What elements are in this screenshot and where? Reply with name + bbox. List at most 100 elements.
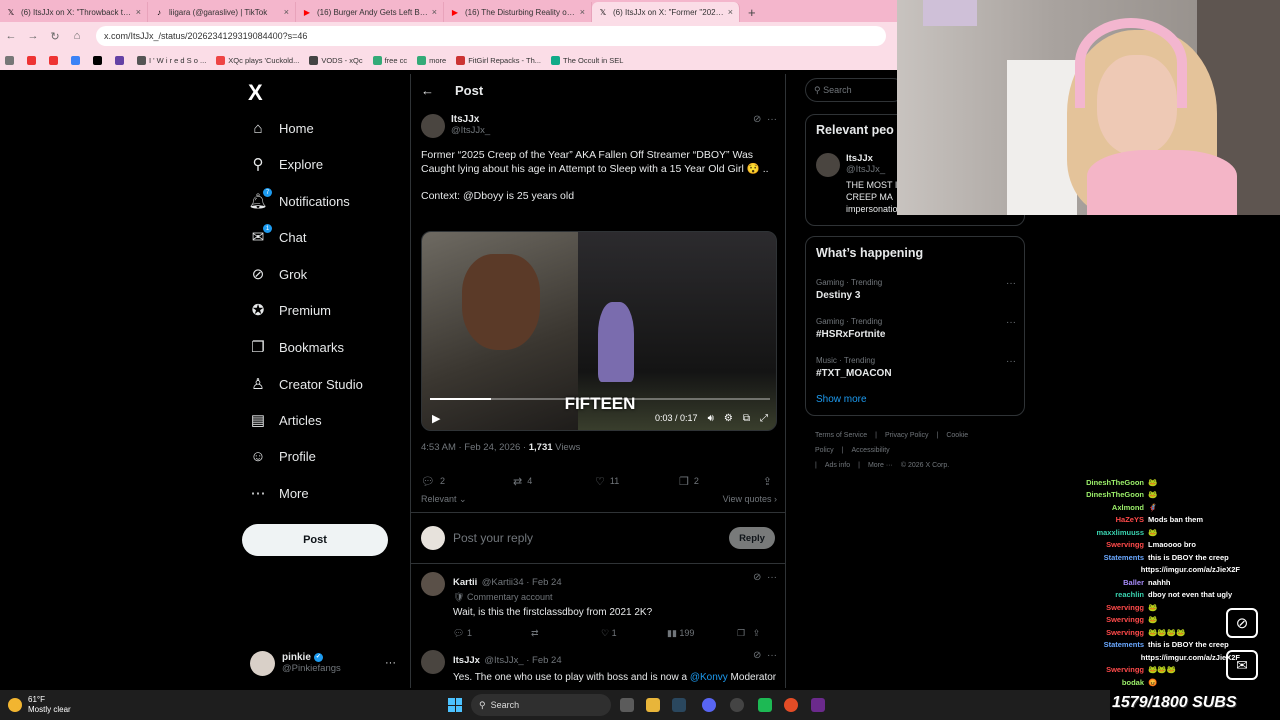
reply-author-name[interactable]: ItsJJx [453,655,480,666]
more-icon[interactable]: ··· [1006,317,1016,328]
reply-views-action[interactable]: ▮▮ 199 [667,628,737,639]
more-icon[interactable]: ··· [767,572,777,583]
bookmark-item[interactable]: more [417,55,446,65]
share-action[interactable]: ⇪ [763,475,777,488]
discord-icon[interactable] [702,698,716,712]
account-switcher[interactable]: pinkie ✓ @Pinkiefangs ··· [250,648,410,678]
sidebar-item-bookmarks[interactable]: ❐ Bookmarks [248,335,344,359]
more-icon[interactable]: ··· [767,114,777,125]
bookmark-icon[interactable] [71,55,83,65]
sidebar-item-home[interactable]: ⌂ Home [248,116,313,140]
sidebar-item-profile[interactable]: ☺ Profile [248,444,316,468]
app-icon[interactable] [758,698,772,712]
browser-tab[interactable]: ▶ (16) The Disturbing Reality of Th × [444,2,592,22]
close-icon[interactable]: × [728,7,733,17]
settings-icon[interactable] [730,698,744,712]
avatar[interactable] [421,650,445,674]
reply-bookmark-icon[interactable]: ❐ [737,628,745,639]
repost-action[interactable]: ⇄ 4 [509,475,595,488]
sidebar-item-premium[interactable]: ✪ Premium [248,298,331,322]
url-field[interactable]: x.com/ItsJJx_/status/2026234129319084400… [96,26,886,46]
footer-link[interactable]: Ads info [825,462,850,469]
sidebar-item-notifications[interactable]: 🔔︎ 7 Notifications [248,188,350,213]
footer-link[interactable]: Accessibility [852,447,890,454]
bookmark-icon[interactable] [5,55,17,65]
bookmark-icon[interactable] [27,55,39,65]
fullscreen-icon[interactable]: ⤢ [760,413,768,424]
mention-link[interactable]: @Konvy [690,672,728,683]
relevant-sort[interactable]: Relevant ⌄ [421,494,467,505]
reply-button[interactable]: Reply [729,527,775,549]
pip-icon[interactable]: ⧉ [743,413,750,424]
bookmark-icon[interactable] [49,55,61,65]
relevant-person[interactable]: ItsJJx @ItsJJx_ THE MOST I | CREEP MA im… [816,153,906,215]
reply-item[interactable]: ItsJJx @ItsJJx_ · Feb 24 Yes. The one wh… [421,650,777,688]
close-icon[interactable]: × [432,7,437,17]
browser-tab[interactable]: 𝕏 (6) ItsJJx on X: "Former "2025 C × [592,2,740,22]
reply-repost-action[interactable]: ⇄ [531,628,601,639]
author-name[interactable]: ItsJJx [451,114,490,125]
back-icon[interactable]: ← [0,30,22,42]
task-view-icon[interactable] [620,698,634,712]
bookmark-icon[interactable] [93,55,105,65]
reply-action[interactable]: 💬︎ 2 [421,475,509,488]
browser-tab[interactable]: 𝕏 (6) ItsJJx on X: "Throwback to w × [0,2,148,22]
browser-tab[interactable]: ♪ liigara (@garaslive) | TikTok × [148,2,296,22]
footer-link[interactable]: © 2026 X Corp. [901,462,949,469]
footer-link[interactable]: Terms of Service [815,432,867,439]
bookmark-item[interactable]: FitGirl Repacks - Th... [456,55,541,65]
taskbar-search[interactable]: ⚲ Search [471,694,611,716]
show-more-link[interactable]: Show more [816,394,867,405]
back-arrow-icon[interactable]: ← [421,83,441,98]
video-player[interactable]: FIFTEEN ▶ 0:03 / 0:17 🔊︎ ⚙ ⧉ ⤢ [421,231,777,431]
avatar[interactable] [816,153,840,177]
sidebar-item-chat[interactable]: ✉ 1 Chat [248,224,306,249]
weather-widget[interactable]: 61°F Mostly clear [8,695,71,715]
x-logo-icon[interactable]: X [248,80,263,106]
file-explorer-icon[interactable] [646,698,660,712]
bookmark-item[interactable]: I ' W i r e d S o ... [137,55,206,65]
new-tab-icon[interactable]: + [740,2,764,22]
footer-link[interactable]: More ··· [868,462,893,469]
post-button[interactable]: Post [242,524,388,556]
sidebar-item-more[interactable]: ⋯ More [248,481,309,505]
avatar[interactable] [421,572,445,596]
tweet-time[interactable]: 4:53 AM · Feb 24, 2026 · [421,442,529,453]
trend-item[interactable]: Gaming · Trending #HSRxFortnite ··· [816,317,1016,340]
reply-item[interactable]: Kartii @Kartii34 · Feb 24 🛡︎ Commentary … [421,572,777,639]
close-icon[interactable]: × [284,7,289,17]
bookmark-item[interactable]: The Occult in SEL [551,55,623,65]
forward-icon[interactable]: → [22,30,44,42]
avatar[interactable] [421,114,445,138]
reply-input[interactable]: Post your reply [453,531,533,545]
chrome-icon[interactable] [784,698,798,712]
bookmark-action[interactable]: ❐ 2 [679,475,759,488]
search-input[interactable]: ⚲ Search [805,78,905,102]
settings-icon[interactable]: ⚙ [724,413,733,424]
bookmark-icon[interactable] [115,55,127,65]
footer-link[interactable]: Privacy Policy [885,432,929,439]
reply-like-action[interactable]: ♡ 1 [601,628,667,639]
sidebar-item-articles[interactable]: ▤ Articles [248,408,322,432]
sidebar-item-grok[interactable]: ⊘ Grok [248,262,307,286]
view-quotes-link[interactable]: View quotes › [723,494,777,505]
reply-share-icon[interactable]: ⇪ [753,628,761,639]
more-icon[interactable]: ··· [1006,356,1016,367]
sidebar-item-creator-studio[interactable]: ♙ Creator Studio [248,372,363,396]
account-menu-icon[interactable]: ··· [385,657,396,669]
steam-icon[interactable] [672,698,686,712]
browser-tab[interactable]: ▶ (16) Burger Andy Gets Left Beh × [296,2,444,22]
bookmark-item[interactable]: XQc plays 'Cuckold... [216,55,299,65]
bookmark-item[interactable]: free cc [372,55,407,65]
start-icon[interactable] [448,698,462,712]
home-icon[interactable]: ⌂ [66,30,88,42]
kick-icon[interactable] [811,698,825,712]
video-progress-bar[interactable] [430,398,770,400]
more-icon[interactable]: ··· [1006,278,1016,289]
grok-icon[interactable]: ⊘ [753,114,761,125]
more-icon[interactable]: ··· [767,650,777,661]
close-icon[interactable]: × [136,7,141,17]
reply-author-name[interactable]: Kartii [453,577,477,588]
play-icon[interactable]: ▶ [432,412,440,425]
reply-reply-action[interactable]: 💬︎ 1 [453,628,531,639]
